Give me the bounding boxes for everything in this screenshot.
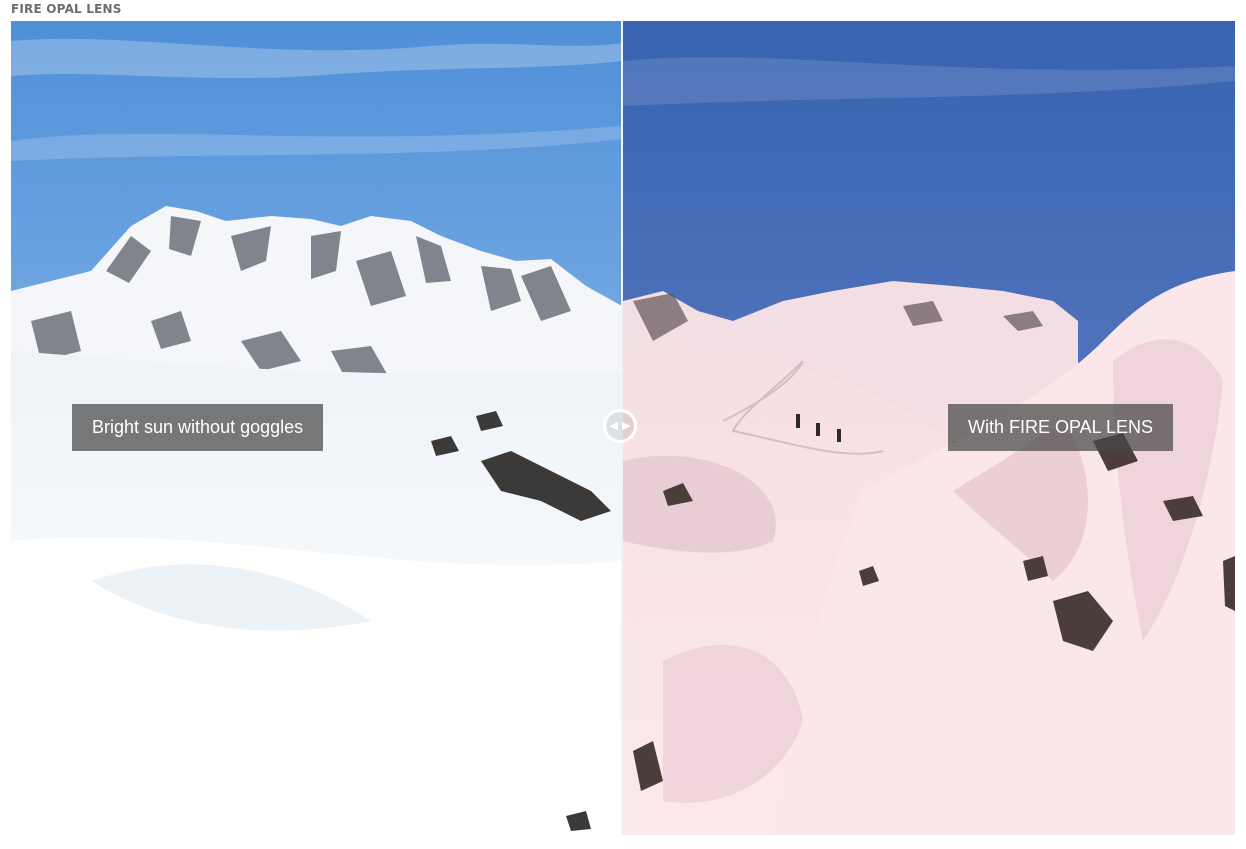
before-label: Bright sun without goggles	[72, 404, 323, 451]
section-heading: FIRE OPAL LENS	[11, 2, 122, 16]
after-label: With FIRE OPAL LENS	[948, 404, 1173, 451]
before-after-comparison[interactable]: ◀ ▶ Bright sun without goggles With FIRE…	[11, 21, 1235, 835]
chevron-right-icon: ▶	[622, 419, 631, 432]
chevron-left-icon: ◀	[609, 419, 618, 432]
slider-handle[interactable]: ◀ ▶	[603, 409, 637, 443]
